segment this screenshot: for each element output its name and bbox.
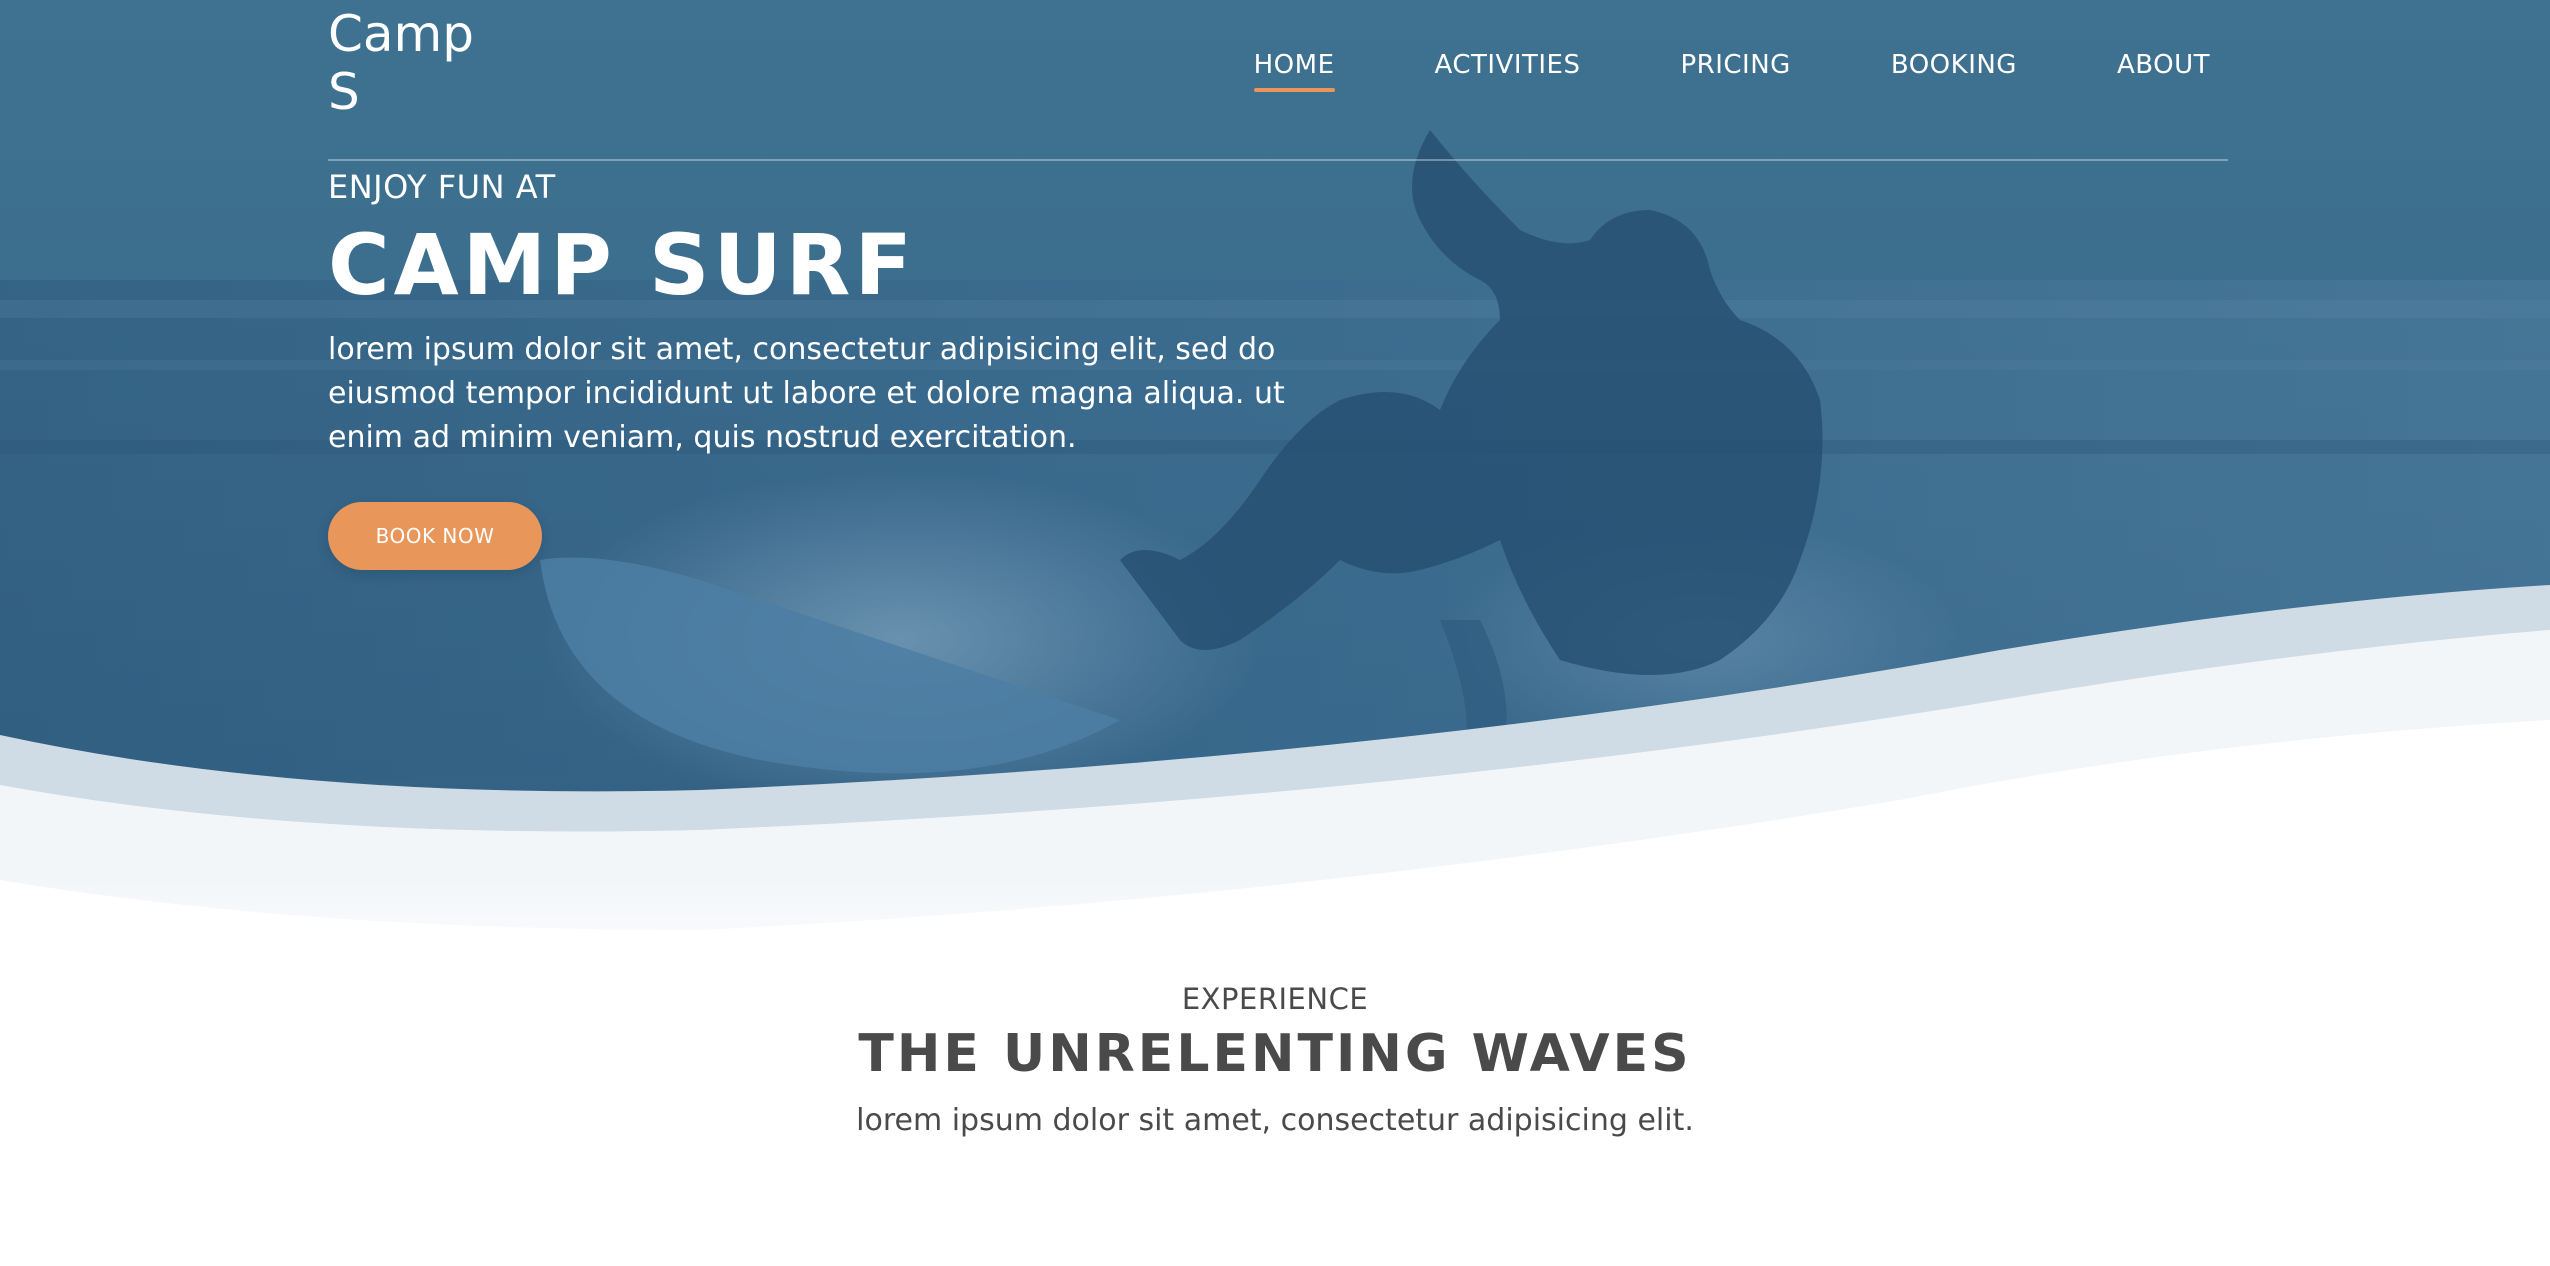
nav-divider — [328, 159, 2228, 161]
nav-item-pricing[interactable]: PRICING — [1680, 50, 1790, 92]
section-title: THE UNRELENTING WAVES — [858, 1024, 1692, 1084]
nav-item-about[interactable]: ABOUT — [2117, 50, 2210, 92]
nav-item-booking[interactable]: BOOKING — [1891, 50, 2017, 92]
section-eyebrow: EXPERIENCE — [1181, 982, 1369, 1016]
hero-eyebrow: ENJOY FUN AT — [328, 168, 556, 206]
nav-item-home[interactable]: HOME — [1253, 50, 1335, 92]
site-logo[interactable]: Camp S — [328, 5, 528, 121]
main-nav: HOME ACTIVITIES PRICING BOOKING ABOUT — [1154, 50, 2210, 92]
hero-description: lorem ipsum dolor sit amet, consectetur … — [328, 332, 1285, 455]
book-now-button[interactable]: BOOK NOW — [328, 502, 542, 570]
hero-title: CAMP SURF — [328, 216, 916, 314]
experience-section: EXPERIENCE THE UNRELENTING WAVES lorem i… — [0, 975, 2550, 1143]
hero-background-image — [0, 0, 2550, 1000]
section-description: lorem ipsum dolor sit amet, consectetur … — [856, 1103, 1694, 1138]
nav-item-activities[interactable]: ACTIVITIES — [1435, 50, 1581, 92]
hero-section: Camp S HOME ACTIVITIES PRICING BOOKING A… — [0, 0, 2550, 1000]
landing-page: Camp S HOME ACTIVITIES PRICING BOOKING A… — [0, 0, 2550, 1266]
